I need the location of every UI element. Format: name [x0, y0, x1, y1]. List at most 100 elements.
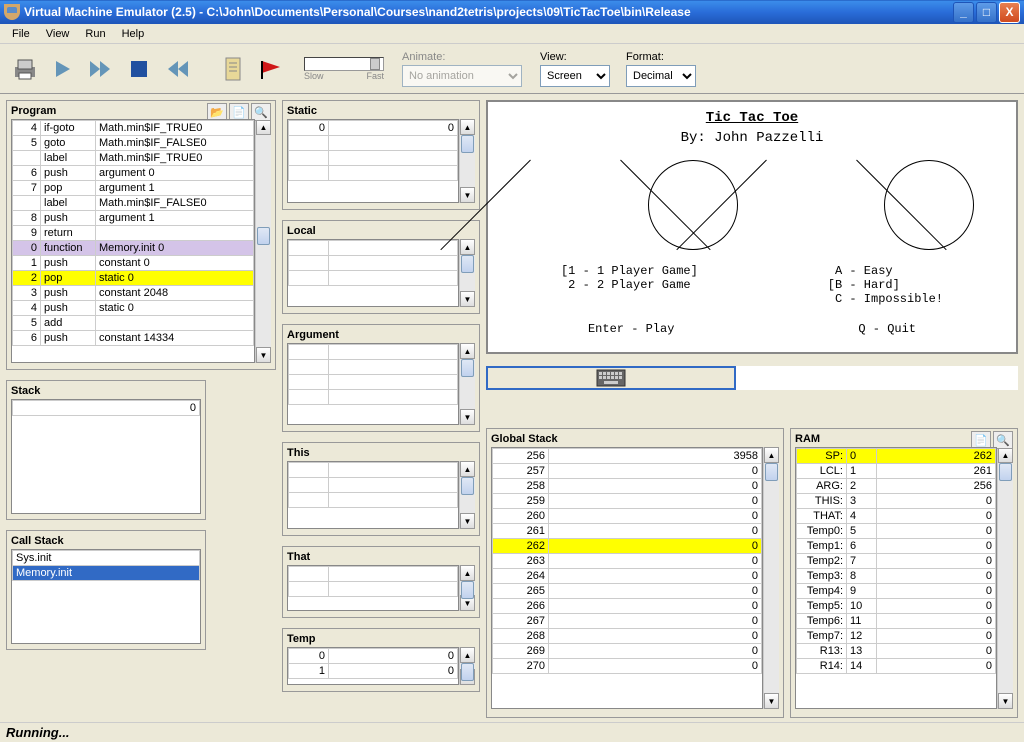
- menu-view[interactable]: View: [38, 26, 78, 42]
- scroll-up-icon[interactable]: ▲: [460, 343, 475, 359]
- table-row[interactable]: [289, 390, 458, 405]
- scroll-up-icon[interactable]: ▲: [998, 447, 1013, 463]
- table-row[interactable]: [289, 345, 458, 360]
- globalstack-row[interactable]: 2570: [493, 464, 762, 479]
- ram-scrollbar[interactable]: ▲ ▼: [997, 447, 1013, 709]
- scroll-down-icon[interactable]: ▼: [460, 187, 475, 203]
- globalstack-row[interactable]: 2680: [493, 629, 762, 644]
- globalstack-row[interactable]: 2650: [493, 584, 762, 599]
- keyboard-input[interactable]: [486, 366, 736, 390]
- ram-row[interactable]: ARG:2256: [797, 479, 996, 494]
- ram-row[interactable]: THIS:30: [797, 494, 996, 509]
- ram-row[interactable]: Temp4:90: [797, 584, 996, 599]
- table-row[interactable]: [289, 271, 458, 286]
- globalstack-row[interactable]: 2700: [493, 659, 762, 674]
- callstack-row-0[interactable]: Sys.init: [13, 551, 200, 566]
- ram-row[interactable]: THAT:40: [797, 509, 996, 524]
- program-row[interactable]: labelMath.min$IF_TRUE0: [13, 151, 254, 166]
- table-row[interactable]: [289, 463, 458, 478]
- table-row[interactable]: [289, 375, 458, 390]
- program-row[interactable]: 4pushstatic 0: [13, 301, 254, 316]
- ram-table[interactable]: SP:0262LCL:1261ARG:2256THIS:30THAT:40Tem…: [796, 448, 996, 674]
- program-row[interactable]: 5gotoMath.min$IF_FALSE0: [13, 136, 254, 151]
- speed-slider[interactable]: SlowFast: [304, 57, 384, 81]
- program-row[interactable]: 3pushconstant 2048: [13, 286, 254, 301]
- ram-row[interactable]: R13:130: [797, 644, 996, 659]
- stop-icon[interactable]: [124, 54, 154, 84]
- argument-scrollbar[interactable]: ▲ ▼: [459, 343, 475, 425]
- program-scrollbar[interactable]: ▲ ▼: [255, 119, 271, 363]
- ram-row[interactable]: Temp1:60: [797, 539, 996, 554]
- table-row[interactable]: [289, 582, 458, 597]
- scroll-down-icon[interactable]: ▼: [460, 513, 475, 529]
- scroll-up-icon[interactable]: ▲: [460, 239, 475, 255]
- globalstack-table[interactable]: 2563958257025802590260026102620263026402…: [492, 448, 762, 674]
- table-row[interactable]: [289, 493, 458, 508]
- ram-row[interactable]: Temp2:70: [797, 554, 996, 569]
- program-row[interactable]: 1pushconstant 0: [13, 256, 254, 271]
- table-row[interactable]: [289, 567, 458, 582]
- ram-row[interactable]: Temp0:50: [797, 524, 996, 539]
- ram-row[interactable]: Temp5:100: [797, 599, 996, 614]
- ram-row[interactable]: R14:140: [797, 659, 996, 674]
- ram-row[interactable]: Temp6:110: [797, 614, 996, 629]
- scroll-up-icon[interactable]: ▲: [256, 119, 271, 135]
- table-row[interactable]: [289, 256, 458, 271]
- scroll-up-icon[interactable]: ▲: [460, 565, 475, 581]
- table-row[interactable]: 00: [289, 649, 458, 664]
- globalstack-row[interactable]: 2670: [493, 614, 762, 629]
- globalstack-row[interactable]: 2660: [493, 599, 762, 614]
- globalstack-row[interactable]: 2590: [493, 494, 762, 509]
- program-table[interactable]: 4if-gotoMath.min$IF_TRUE05gotoMath.min$I…: [12, 120, 254, 346]
- flag-icon[interactable]: [256, 54, 286, 84]
- scroll-up-icon[interactable]: ▲: [460, 647, 475, 663]
- step-icon[interactable]: [48, 54, 78, 84]
- globalstack-row[interactable]: 2580: [493, 479, 762, 494]
- local-scrollbar[interactable]: ▲ ▼: [459, 239, 475, 307]
- maximize-button[interactable]: □: [976, 2, 997, 23]
- scroll-down-icon[interactable]: ▼: [460, 409, 475, 425]
- program-row[interactable]: 5add: [13, 316, 254, 331]
- globalstack-row[interactable]: 2600: [493, 509, 762, 524]
- that-scrollbar[interactable]: ▲ ▼: [459, 565, 475, 611]
- animate-select[interactable]: No animation: [402, 65, 522, 87]
- program-row[interactable]: 4if-gotoMath.min$IF_TRUE0: [13, 121, 254, 136]
- ram-row[interactable]: Temp3:80: [797, 569, 996, 584]
- format-select[interactable]: Decimal: [626, 65, 696, 87]
- scroll-up-icon[interactable]: ▲: [764, 447, 779, 463]
- scroll-down-icon[interactable]: ▼: [460, 291, 475, 307]
- globalstack-row[interactable]: 2690: [493, 644, 762, 659]
- program-row[interactable]: 6pushconstant 14334: [13, 331, 254, 346]
- program-row[interactable]: 7popargument 1: [13, 181, 254, 196]
- rewind-icon[interactable]: [162, 54, 192, 84]
- table-row[interactable]: [289, 360, 458, 375]
- globalstack-row[interactable]: 2610: [493, 524, 762, 539]
- program-row[interactable]: labelMath.min$IF_FALSE0: [13, 196, 254, 211]
- table-row[interactable]: 10: [289, 664, 458, 679]
- view-select[interactable]: Screen: [540, 65, 610, 87]
- globalstack-row[interactable]: 2563958: [493, 449, 762, 464]
- ram-row[interactable]: Temp7:120: [797, 629, 996, 644]
- fast-forward-icon[interactable]: [86, 54, 116, 84]
- globalstack-row[interactable]: 2640: [493, 569, 762, 584]
- menu-run[interactable]: Run: [77, 26, 113, 42]
- minimize-button[interactable]: _: [953, 2, 974, 23]
- temp-scrollbar[interactable]: ▲ ▼: [459, 647, 475, 685]
- scroll-up-icon[interactable]: ▲: [460, 119, 475, 135]
- print-icon[interactable]: [10, 54, 40, 84]
- this-scrollbar[interactable]: ▲ ▼: [459, 461, 475, 529]
- menu-help[interactable]: Help: [114, 26, 153, 42]
- globalstack-row[interactable]: 2620: [493, 539, 762, 554]
- globalstack-scrollbar[interactable]: ▲ ▼: [763, 447, 779, 709]
- scroll-down-icon[interactable]: ▼: [256, 347, 271, 363]
- program-row[interactable]: 6pushargument 0: [13, 166, 254, 181]
- script-icon[interactable]: [218, 54, 248, 84]
- program-row[interactable]: 0functionMemory.init 0: [13, 241, 254, 256]
- table-row[interactable]: 00: [289, 121, 458, 136]
- scroll-up-icon[interactable]: ▲: [460, 461, 475, 477]
- table-row[interactable]: [289, 478, 458, 493]
- program-row[interactable]: 9return: [13, 226, 254, 241]
- table-row[interactable]: [289, 241, 458, 256]
- table-row[interactable]: [289, 151, 458, 166]
- ram-row[interactable]: LCL:1261: [797, 464, 996, 479]
